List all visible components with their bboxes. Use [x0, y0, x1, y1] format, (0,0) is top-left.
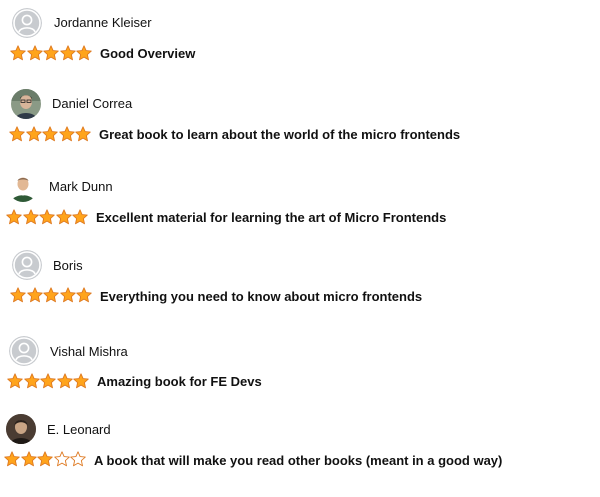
star-filled-icon [56, 373, 73, 389]
star-filled-icon [75, 126, 91, 142]
star-filled-icon [23, 373, 40, 389]
reviewer-name[interactable]: Boris [53, 258, 83, 273]
reviewer-name[interactable]: Mark Dunn [49, 179, 113, 194]
star-rating[interactable] [7, 373, 90, 389]
review-title[interactable]: A book that will make you read other boo… [94, 453, 502, 468]
star-filled-icon [39, 209, 55, 225]
star-rating[interactable] [9, 126, 92, 142]
review-title[interactable]: Everything you need to know about micro … [100, 289, 422, 304]
user-photo[interactable] [6, 414, 36, 444]
star-empty-icon [70, 451, 86, 467]
star-rating[interactable] [6, 209, 89, 225]
star-filled-icon [58, 126, 75, 142]
star-filled-icon [10, 287, 26, 303]
default-user-icon[interactable] [12, 250, 42, 280]
star-filled-icon [26, 45, 43, 61]
star-filled-icon [43, 45, 59, 61]
star-filled-icon [10, 45, 26, 61]
reviewer-name[interactable]: E. Leonard [47, 422, 111, 437]
star-filled-icon [4, 451, 20, 467]
review-title[interactable]: Great book to learn about the world of t… [99, 127, 460, 142]
star-filled-icon [22, 209, 39, 225]
star-filled-icon [43, 287, 59, 303]
reviewer-name[interactable]: Jordanne Kleiser [54, 15, 152, 30]
star-rating[interactable] [10, 45, 93, 61]
review-title[interactable]: Good Overview [100, 46, 195, 61]
star-filled-icon [6, 209, 22, 225]
star-filled-icon [7, 373, 23, 389]
default-user-icon[interactable] [9, 336, 39, 366]
default-user-icon[interactable] [12, 8, 42, 38]
star-filled-icon [20, 451, 37, 467]
star-filled-icon [59, 287, 76, 303]
user-photo[interactable] [8, 172, 38, 202]
review-title[interactable]: Excellent material for learning the art … [96, 210, 446, 225]
star-filled-icon [42, 126, 58, 142]
star-filled-icon [55, 209, 72, 225]
user-photo[interactable] [11, 89, 41, 119]
star-filled-icon [9, 126, 25, 142]
star-filled-icon [25, 126, 42, 142]
star-filled-icon [73, 373, 89, 389]
reviewer-name[interactable]: Vishal Mishra [50, 344, 128, 359]
star-rating[interactable] [10, 287, 93, 303]
star-filled-icon [76, 287, 92, 303]
star-empty-icon [53, 451, 70, 467]
star-filled-icon [26, 287, 43, 303]
star-rating[interactable] [4, 451, 87, 467]
star-filled-icon [76, 45, 92, 61]
review-title[interactable]: Amazing book for FE Devs [97, 374, 262, 389]
star-filled-icon [37, 451, 53, 467]
star-filled-icon [40, 373, 56, 389]
reviewer-name[interactable]: Daniel Correa [52, 96, 132, 111]
star-filled-icon [72, 209, 88, 225]
star-filled-icon [59, 45, 76, 61]
